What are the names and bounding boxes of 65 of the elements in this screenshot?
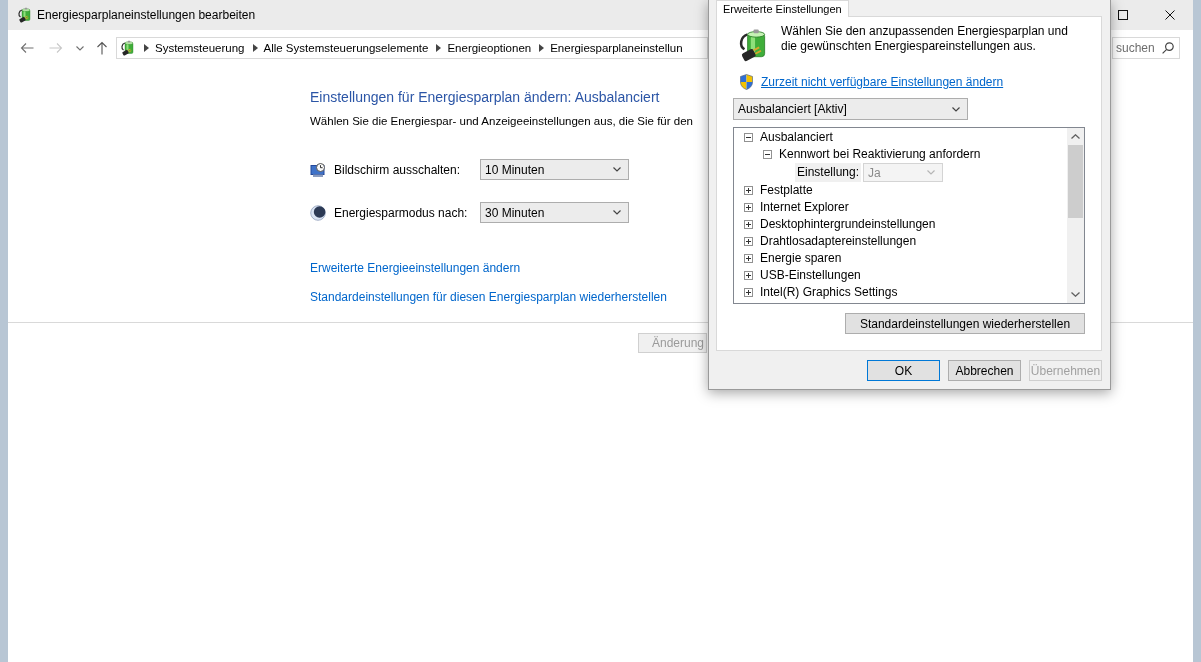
- setting-label: Bildschirm ausschalten:: [334, 162, 462, 177]
- setting-label: Energiesparmodus nach:: [334, 205, 469, 220]
- tree-item[interactable]: Drahtlosadaptereinstellungen: [744, 234, 917, 249]
- search-field[interactable]: suchen: [1112, 37, 1180, 59]
- breadcrumb-arrow-icon[interactable]: [252, 44, 258, 52]
- moon-icon: [310, 204, 326, 221]
- link[interactable]: Zurzeit nicht verfügbare Einstellungen ändern: [761, 75, 1004, 89]
- monitor-clock-icon: [310, 161, 326, 178]
- tree-item[interactable]: USB-Einstellungen: [744, 268, 861, 283]
- plus-box-icon[interactable]: [744, 237, 753, 246]
- maximize-icon[interactable]: [1118, 10, 1128, 20]
- breadcrumb-arrow-icon[interactable]: [144, 44, 149, 52]
- breadcrumb-link[interactable]: Systemsteuerung: [155, 40, 245, 56]
- chevron-up-icon[interactable]: [1071, 134, 1080, 139]
- address-bar[interactable]: Systemsteuerung Alle Systemsteuerungselemente Energieoptionen Energiesparplaneinstellun: [116, 37, 708, 59]
- battery-plug-icon: [120, 40, 136, 56]
- dropdown[interactable]: 10 Minuten: [480, 159, 629, 180]
- tree-item[interactable]: Intel(R) Graphics Settings: [744, 285, 898, 300]
- tree-item[interactable]: Desktophintergrundeinstellungen: [744, 217, 936, 232]
- caret-icon: [613, 167, 621, 172]
- caret-icon: [927, 170, 936, 175]
- minus-box-icon[interactable]: [744, 133, 753, 142]
- breadcrumb-link[interactable]: Energieoptionen: [447, 40, 532, 56]
- restore-defaults-button[interactable]: Standardeinstellungen wiederherstellen: [845, 313, 1085, 334]
- up-arrow-icon[interactable]: [95, 41, 109, 55]
- link[interactable]: Erweiterte Energieeinstellungen ändern: [310, 260, 521, 276]
- dialog-button[interactable]: Abbrechen: [948, 360, 1021, 381]
- setting-label: Einstellung:: [795, 163, 862, 182]
- tree-item[interactable]: Internet Explorer: [744, 200, 849, 215]
- window-title: Energiesparplaneinstellungen bearbeiten: [37, 7, 256, 23]
- search-icon[interactable]: [1162, 42, 1174, 54]
- tab[interactable]: Erweiterte Einstellungen: [716, 0, 849, 17]
- chevron-down-icon[interactable]: [1071, 292, 1080, 297]
- dropdown[interactable]: 30 Minuten: [480, 202, 629, 223]
- plus-box-icon[interactable]: [744, 186, 753, 195]
- breadcrumb-link[interactable]: Alle Systemsteuerungselemente: [263, 40, 429, 56]
- plus-box-icon[interactable]: [744, 271, 753, 280]
- tree-item[interactable]: Energie sparen: [744, 251, 842, 266]
- tree-item[interactable]: Kennwort bei Reaktivierung anfordern: [763, 147, 981, 162]
- breadcrumb-link[interactable]: Energiesparplaneinstellun: [550, 40, 683, 56]
- settings-tree[interactable]: [733, 127, 1085, 304]
- caret-icon: [613, 210, 621, 215]
- plus-box-icon[interactable]: [744, 203, 753, 212]
- tree-item[interactable]: Ausbalanciert: [744, 130, 833, 145]
- plan-dropdown[interactable]: Ausbalanciert [Aktiv]: [733, 98, 968, 120]
- chevron-down-icon[interactable]: [76, 45, 84, 51]
- shield-icon: [740, 74, 753, 90]
- plus-box-icon[interactable]: [744, 288, 753, 297]
- breadcrumb-arrow-icon[interactable]: [539, 44, 545, 52]
- scrollbar-thumb[interactable]: [1068, 145, 1083, 218]
- battery-plug-icon: [17, 7, 33, 23]
- intro-text: Wählen Sie den anzupassenden Energiesparplan und die gewünschten Energiespareinstellungen aus.: [781, 24, 1069, 54]
- scrollbar[interactable]: [1067, 128, 1084, 303]
- page-description: Wählen Sie die Energiespar- und Anzeigeeinstellungen aus, die Sie für den: [310, 114, 693, 128]
- dialog-button[interactable]: OK: [867, 360, 940, 381]
- caret-icon: [952, 106, 960, 112]
- tree-item[interactable]: Festplatte: [744, 183, 813, 198]
- breadcrumb-arrow-icon[interactable]: [436, 44, 442, 52]
- plus-box-icon[interactable]: [744, 254, 753, 263]
- plus-box-icon[interactable]: [744, 220, 753, 229]
- minus-box-icon[interactable]: [763, 150, 772, 159]
- page-heading: Einstellungen für Energiesparplan ändern: Ausbalanciert: [310, 88, 660, 106]
- link[interactable]: Standardeinstellungen für diesen Energiesparplan wiederherstellen: [310, 289, 667, 305]
- back-arrow-icon[interactable]: [20, 41, 34, 55]
- close-icon[interactable]: [1165, 10, 1175, 20]
